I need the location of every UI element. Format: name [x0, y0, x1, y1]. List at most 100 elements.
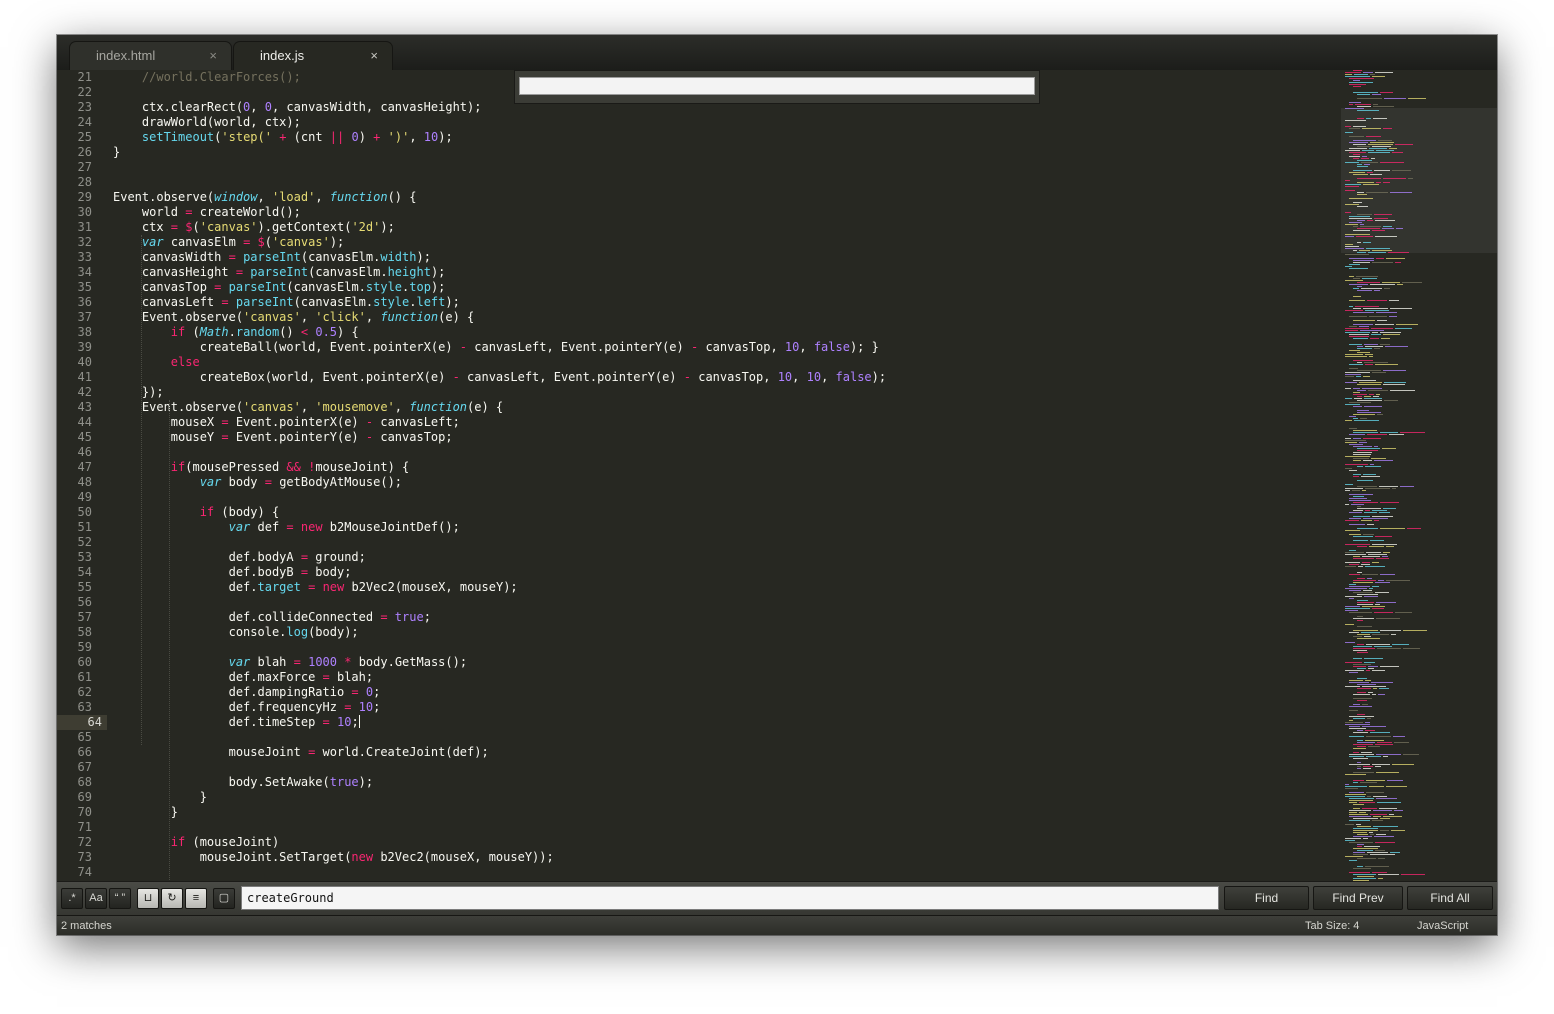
- code-line[interactable]: def.timeStep = 10;: [113, 715, 1333, 730]
- minimap-line: [1402, 282, 1422, 283]
- code-line[interactable]: canvasLeft = parseInt(canvasElm.style.le…: [113, 295, 1333, 310]
- code-line[interactable]: console.log(body);: [113, 625, 1333, 640]
- minimap-line: [1365, 866, 1389, 867]
- code-line[interactable]: }: [113, 805, 1333, 820]
- code-line[interactable]: def.bodyA = ground;: [113, 550, 1333, 565]
- code-line[interactable]: [113, 445, 1333, 460]
- code-line[interactable]: canvasHeight = parseInt(canvasElm.height…: [113, 265, 1333, 280]
- close-icon[interactable]: ×: [209, 42, 217, 70]
- minimap-line: [1360, 224, 1364, 225]
- find-input[interactable]: createGround: [241, 886, 1219, 910]
- minimap-line: [1368, 390, 1388, 391]
- code-line[interactable]: if (mouseJoint): [113, 835, 1333, 850]
- in-selection-toggle[interactable]: ≡: [185, 888, 207, 909]
- tab-index-js[interactable]: index.js ×: [233, 41, 393, 70]
- code-line[interactable]: Event.observe(window, 'load', function()…: [113, 190, 1333, 205]
- minimap-line: [1349, 336, 1369, 337]
- code-line[interactable]: var canvasElm = $('canvas');: [113, 235, 1333, 250]
- code-line[interactable]: def.frequencyHz = 10;: [113, 700, 1333, 715]
- regex-toggle[interactable]: .*: [61, 888, 83, 909]
- code-line[interactable]: createBox(world, Event.pointerX(e) - can…: [113, 370, 1333, 385]
- code-line[interactable]: [113, 730, 1333, 745]
- minimap-line: [1356, 236, 1373, 237]
- code-line[interactable]: [113, 865, 1333, 880]
- code-line[interactable]: [113, 175, 1333, 190]
- whole-word-toggle[interactable]: “ ”: [109, 888, 131, 909]
- code-line[interactable]: if (Math.random() < 0.5) {: [113, 325, 1333, 340]
- find-button[interactable]: Find: [1224, 886, 1309, 910]
- minimap-line: [1349, 534, 1361, 535]
- highlight-matches-toggle[interactable]: ▢: [213, 888, 235, 909]
- code-line[interactable]: world = createWorld();: [113, 205, 1333, 220]
- minimap-viewport[interactable]: [1341, 108, 1497, 253]
- code-line[interactable]: def.maxForce = blah;: [113, 670, 1333, 685]
- code-area[interactable]: //world.ClearForces(); ctx.clearRect(0, …: [113, 70, 1333, 880]
- code-line[interactable]: canvasWidth = parseInt(canvasElm.width);: [113, 250, 1333, 265]
- code-line[interactable]: [113, 760, 1333, 775]
- minimap-line: [1349, 550, 1356, 551]
- code-line[interactable]: [113, 820, 1333, 835]
- minimap-line: [1367, 718, 1371, 719]
- minimap-line: [1357, 688, 1371, 689]
- minimap-line: [1375, 744, 1393, 745]
- minimap-line: [1407, 528, 1421, 529]
- code-line[interactable]: mouseJoint = world.CreateJoint(def);: [113, 745, 1333, 760]
- code-line[interactable]: body.SetAwake(true);: [113, 775, 1333, 790]
- minimap-line: [1345, 662, 1362, 663]
- goto-input[interactable]: [519, 77, 1035, 95]
- code-line[interactable]: canvasTop = parseInt(canvasElm.style.top…: [113, 280, 1333, 295]
- code-line[interactable]: var body = getBodyAtMouse();: [113, 475, 1333, 490]
- code-line[interactable]: if(mousePressed && !mouseJoint) {: [113, 460, 1333, 475]
- minimap-line: [1349, 156, 1360, 157]
- code-line[interactable]: }: [113, 145, 1333, 160]
- minimap-line: [1357, 768, 1361, 769]
- tab-index-html[interactable]: index.html ×: [69, 41, 232, 70]
- tab-size-indicator[interactable]: Tab Size: 4: [1305, 916, 1359, 935]
- code-line[interactable]: drawWorld(world, ctx);: [113, 115, 1333, 130]
- find-all-button[interactable]: Find All: [1407, 886, 1493, 910]
- code-line[interactable]: [113, 160, 1333, 175]
- minimap-line: [1362, 156, 1367, 157]
- code-line[interactable]: ctx = $('canvas').getContext('2d');: [113, 220, 1333, 235]
- code-line[interactable]: def.dampingRatio = 0;: [113, 685, 1333, 700]
- code-line[interactable]: [113, 490, 1333, 505]
- minimap-line: [1345, 76, 1370, 77]
- code-line[interactable]: var def = new b2MouseJointDef();: [113, 520, 1333, 535]
- minimap-line: [1369, 394, 1374, 395]
- minimap[interactable]: [1341, 70, 1497, 915]
- code-line[interactable]: [113, 535, 1333, 550]
- code-line[interactable]: setTimeout('step(' + (cnt || 0) + ')', 1…: [113, 130, 1333, 145]
- minimap-line: [1364, 396, 1371, 397]
- minimap-line: [1380, 92, 1393, 93]
- code-line[interactable]: if (body) {: [113, 505, 1333, 520]
- code-line[interactable]: });: [113, 385, 1333, 400]
- code-line[interactable]: var blah = 1000 * body.GetMass();: [113, 655, 1333, 670]
- code-line[interactable]: def.collideConnected = true;: [113, 610, 1333, 625]
- code-line[interactable]: [113, 595, 1333, 610]
- minimap-line: [1353, 854, 1368, 855]
- minimap-line: [1374, 520, 1379, 521]
- wrap-toggle[interactable]: ↻: [161, 888, 183, 909]
- minimap-line: [1383, 334, 1400, 335]
- code-line[interactable]: Event.observe('canvas', 'mousemove', fun…: [113, 400, 1333, 415]
- close-icon[interactable]: ×: [370, 42, 378, 70]
- code-line[interactable]: mouseX = Event.pointerX(e) - canvasLeft;: [113, 415, 1333, 430]
- code-line[interactable]: }: [113, 790, 1333, 805]
- find-prev-button[interactable]: Find Prev: [1313, 886, 1403, 910]
- code-line[interactable]: mouseY = Event.pointerY(e) - canvasTop;: [113, 430, 1333, 445]
- minimap-line: [1349, 756, 1364, 757]
- minimap-line: [1368, 692, 1373, 693]
- code-editor[interactable]: 21 22 23 24 25 26 27 28 29 30 31 32 33 34 35 36 37 38 39 40…: [57, 70, 1337, 915]
- line-number: 38: [77, 325, 92, 339]
- code-line[interactable]: else: [113, 355, 1333, 370]
- code-line[interactable]: mouseJoint.SetTarget(new b2Vec2(mouseX, …: [113, 850, 1333, 865]
- highlight-toggle[interactable]: ⊔: [137, 888, 159, 909]
- syntax-indicator[interactable]: JavaScript: [1417, 916, 1468, 935]
- code-line[interactable]: def.target = new b2Vec2(mouseX, mouseY);: [113, 580, 1333, 595]
- code-line[interactable]: createBall(world, Event.pointerX(e) - ca…: [113, 340, 1333, 355]
- case-toggle[interactable]: Aa: [85, 888, 107, 909]
- minimap-line: [1345, 786, 1367, 787]
- code-line[interactable]: [113, 640, 1333, 655]
- code-line[interactable]: Event.observe('canvas', 'click', functio…: [113, 310, 1333, 325]
- code-line[interactable]: def.bodyB = body;: [113, 565, 1333, 580]
